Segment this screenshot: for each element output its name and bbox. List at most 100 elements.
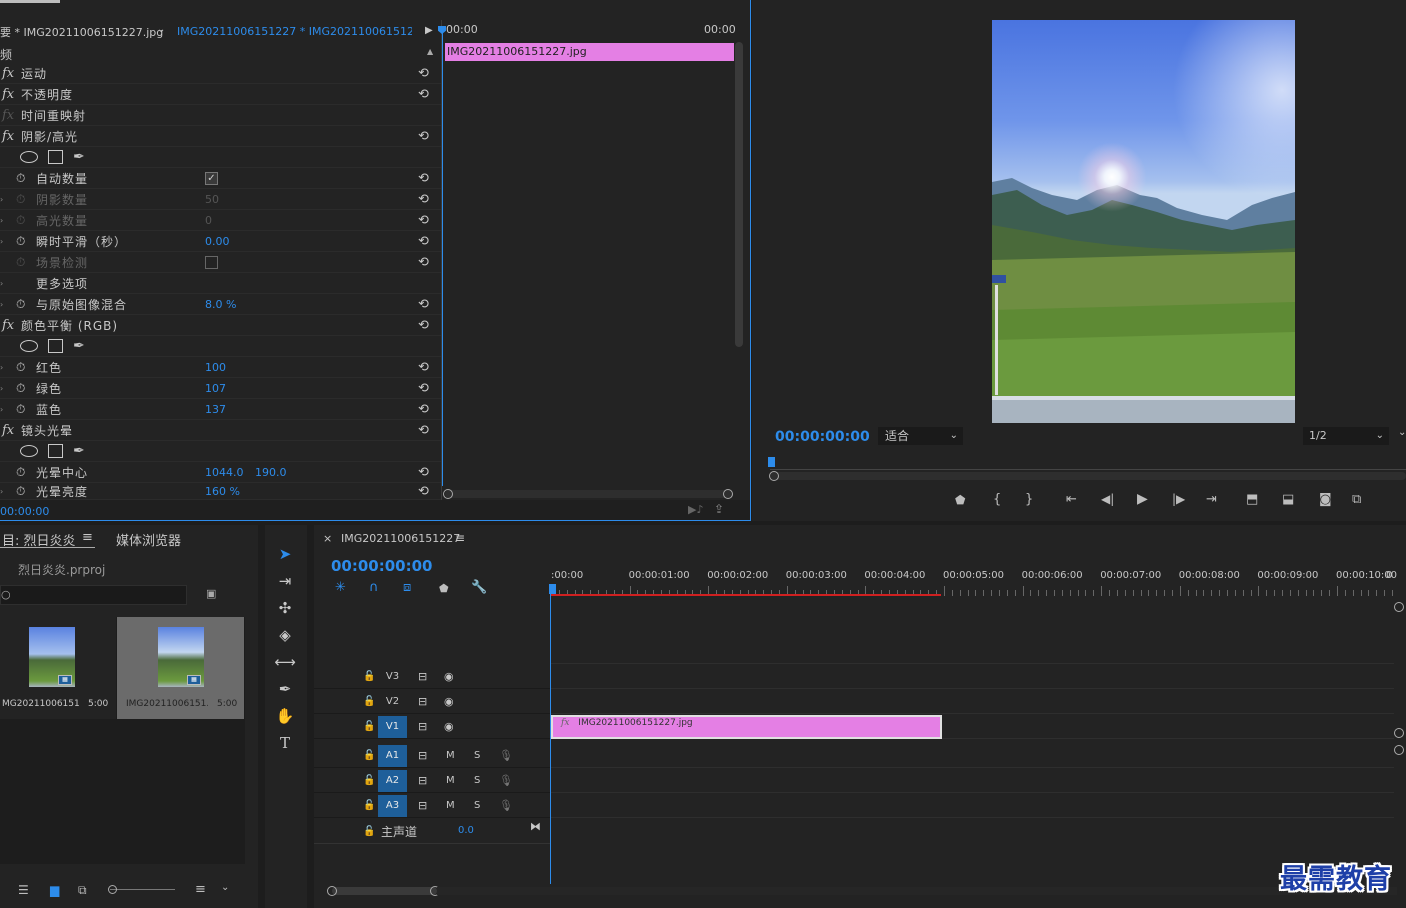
stopwatch-icon[interactable]: ⏱ (16, 465, 25, 480)
timeline-h-scrollbar[interactable] (332, 887, 437, 895)
track-select-tool-icon[interactable]: ⇥ (273, 569, 297, 593)
marker-icon[interactable]: ⬟ (955, 493, 965, 507)
twirl-icon[interactable]: › (0, 216, 3, 225)
pen-tool-icon[interactable]: ✒ (273, 677, 297, 701)
effect-opacity[interactable]: fx 不透明度 ⟲ (0, 84, 441, 105)
pen-mask-icon[interactable]: ✒ (73, 338, 85, 354)
stopwatch-icon[interactable]: ⏱ (16, 192, 25, 207)
lock-icon[interactable]: 🔓 (363, 696, 375, 707)
sync-lock-icon[interactable]: ⊟ (418, 774, 427, 787)
go-to-out-icon[interactable]: ⇥ (1206, 492, 1217, 507)
reset-icon[interactable]: ⟲ (418, 171, 429, 186)
reset-icon[interactable]: ⟲ (418, 192, 429, 207)
razor-tool-icon[interactable]: ◈ (273, 623, 297, 647)
twirl-icon[interactable]: › (0, 279, 3, 288)
eye-icon[interactable]: ◉ (444, 670, 454, 683)
param-auto-amount[interactable]: ⏱ 自动数量 ✓ ⟲ (0, 168, 441, 189)
param-blend-original[interactable]: › ⏱ 与原始图像混合 8.0 % ⟲ (0, 294, 441, 315)
lock-icon[interactable]: 🔓 (363, 750, 375, 761)
track-header-v3[interactable] (314, 665, 550, 689)
effect-motion[interactable]: fx 运动 ⟲ (0, 63, 441, 84)
ripple-edit-tool-icon[interactable]: ✣ (273, 596, 297, 620)
track-target-v3[interactable]: V3 (378, 666, 407, 688)
step-forward-icon[interactable]: |▶ (1172, 492, 1185, 506)
lift-icon[interactable]: ⬒ (1246, 492, 1258, 507)
mute-button[interactable]: M (446, 775, 455, 786)
slip-tool-icon[interactable]: ⟷ (273, 650, 297, 674)
program-timecode[interactable]: 00:00:00:00 (775, 429, 870, 445)
rectangle-mask-icon[interactable] (48, 339, 63, 353)
zoom-handle[interactable] (769, 471, 779, 481)
effect-shadow-highlight[interactable]: fx 阴影/高光 ⟲ (0, 126, 441, 147)
track-lane-a1[interactable] (551, 744, 1394, 768)
sync-lock-icon[interactable]: ⊟ (418, 799, 427, 812)
chevron-down-icon[interactable]: ⌄ (157, 24, 165, 35)
reset-icon[interactable]: ⟲ (418, 129, 429, 144)
microphone-icon[interactable]: 🎙 (499, 749, 513, 762)
stopwatch-icon[interactable]: ⏱ (16, 234, 25, 249)
track-lane-a2[interactable] (551, 769, 1394, 793)
timeline-clip[interactable]: fx IMG20211006151227.jpg (551, 715, 942, 739)
param-scene-detect[interactable]: ⏱ 场景检测 ⟲ (0, 252, 441, 273)
camera-icon[interactable]: ◙ (1319, 492, 1332, 507)
settings-wrench-icon[interactable]: ⌄ (1398, 427, 1406, 438)
go-to-edit-icon[interactable]: ⧓ (530, 820, 541, 833)
scroll-handle[interactable] (1394, 728, 1404, 738)
program-zoom-bar[interactable] (770, 472, 1406, 480)
stopwatch-icon[interactable]: ⏱ (16, 255, 25, 270)
stopwatch-icon[interactable]: ⏱ (16, 360, 25, 375)
panel-menu-icon[interactable]: ≡ (455, 531, 465, 545)
master-volume[interactable]: 0.0 (458, 825, 474, 836)
ec-tab-title[interactable]: 要 * IMG20211006151227.jpg (0, 24, 163, 40)
auto-amount-checkbox[interactable]: ✓ (205, 171, 218, 185)
step-back-icon[interactable]: ◀| (1101, 492, 1114, 506)
microphone-icon[interactable]: 🎙 (499, 799, 513, 812)
reset-icon[interactable]: ⟲ (418, 318, 429, 333)
timeline-playhead-handle[interactable] (549, 584, 556, 594)
scene-detect-checkbox[interactable] (205, 255, 218, 269)
track-header-v2[interactable] (314, 690, 550, 714)
ec-current-time[interactable]: 00:00:00 (0, 505, 49, 518)
track-target-v1[interactable]: V1 (378, 716, 407, 738)
program-playhead[interactable] (768, 457, 775, 467)
reset-icon[interactable]: ⟲ (418, 66, 429, 81)
stopwatch-icon[interactable]: ⏱ (16, 484, 25, 499)
play-icon[interactable]: ▶ (1137, 491, 1148, 507)
track-target-a2[interactable]: A2 (378, 770, 407, 792)
reset-icon[interactable]: ⟲ (418, 213, 429, 228)
stopwatch-icon[interactable]: ⏱ (16, 213, 25, 228)
track-header-a3[interactable] (314, 794, 550, 818)
effect-lens-flare[interactable]: fx 镜头光晕 ⟲ (0, 420, 441, 441)
zoom-slider-handle[interactable] (108, 885, 117, 894)
reset-icon[interactable]: ⟲ (418, 234, 429, 249)
reset-icon[interactable]: ⟲ (418, 484, 429, 499)
solo-button[interactable]: S (474, 775, 480, 786)
linked-selection-icon[interactable]: ⧈ (403, 580, 411, 595)
param-red[interactable]: › ⏱ 红色 100 ⟲ (0, 357, 441, 378)
lock-icon[interactable]: 🔓 (363, 800, 375, 811)
track-header-a2[interactable] (314, 769, 550, 793)
lock-icon[interactable]: 🔓 (363, 721, 375, 732)
mute-button[interactable]: M (446, 750, 455, 761)
solo-button[interactable]: S (474, 750, 480, 761)
track-target-v2[interactable]: V2 (378, 691, 407, 713)
reset-icon[interactable]: ⟲ (418, 423, 429, 438)
mute-button[interactable]: M (446, 800, 455, 811)
scroll-track[interactable] (437, 887, 1397, 895)
close-icon[interactable]: × (323, 532, 332, 545)
sync-lock-icon[interactable]: ⊟ (418, 695, 427, 708)
icon-view-icon[interactable]: ▆ (50, 883, 59, 897)
stopwatch-icon[interactable]: ⏱ (16, 171, 25, 186)
track-lane-a3[interactable] (551, 794, 1394, 818)
lock-icon[interactable]: 🔓 (363, 826, 375, 837)
param-flare-brightness[interactable]: › ⏱ 光晕亮度 160 % ⟲ (0, 483, 441, 500)
scroll-handle-left[interactable] (443, 489, 453, 499)
twirl-icon[interactable]: › (0, 363, 3, 372)
play-audio-icon[interactable]: ▶♪ (688, 503, 703, 516)
tab-media-browser[interactable]: 媒体浏览器 (116, 530, 181, 549)
solo-button[interactable]: S (474, 800, 480, 811)
extract-icon[interactable]: ⬓ (1282, 492, 1294, 507)
twirl-icon[interactable]: › (0, 384, 3, 393)
panel-menu-icon[interactable]: ≡ (82, 530, 93, 545)
twirl-icon[interactable]: › (0, 405, 3, 414)
